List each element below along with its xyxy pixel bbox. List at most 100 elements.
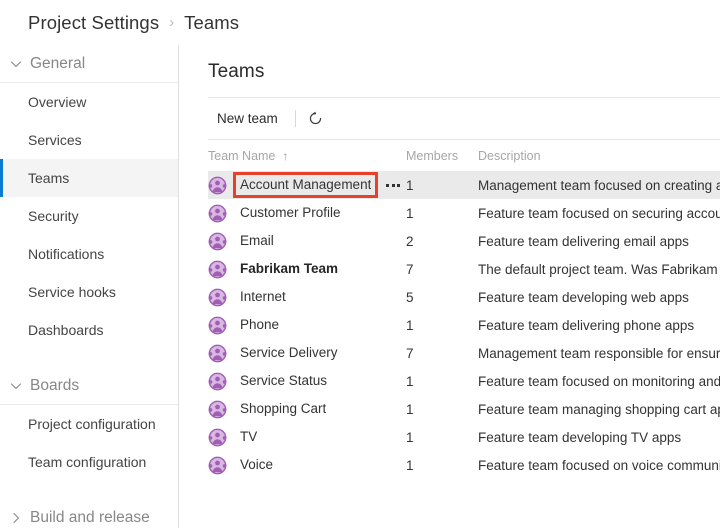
project-settings-teams-page: Project Settings › Teams General Overview… xyxy=(0,0,720,528)
column-header-team-name[interactable]: Team Name ↑ xyxy=(208,149,406,163)
table-row[interactable]: Account Management 1 Management team focus… xyxy=(208,171,720,199)
sidebar-item-security[interactable]: Security xyxy=(0,197,178,235)
team-avatar-icon xyxy=(208,456,227,474)
team-description: Feature team delivering email apps xyxy=(478,233,689,249)
team-name-box[interactable]: Shopping Cart xyxy=(236,399,330,419)
team-avatar-icon xyxy=(208,400,227,418)
team-name-label: Phone xyxy=(240,317,280,332)
team-name-box[interactable]: TV xyxy=(236,427,261,447)
members-count: 1 xyxy=(406,205,414,221)
team-avatar-icon xyxy=(208,288,227,306)
team-name-box[interactable]: Service Delivery xyxy=(236,343,342,363)
sidebar-item-project-configuration[interactable]: Project configuration xyxy=(0,405,178,443)
dot xyxy=(386,183,390,187)
sidebar-item-dashboards[interactable]: Dashboards xyxy=(0,311,178,349)
team-name-box[interactable]: Internet xyxy=(236,287,290,307)
teams-table: Team Name ↑ Members Description Account … xyxy=(208,140,720,479)
team-avatar-icon xyxy=(208,260,227,278)
members-count: 7 xyxy=(406,261,414,277)
new-team-button[interactable]: New team xyxy=(208,107,287,130)
team-description: Management team focused on creating an xyxy=(478,177,720,193)
team-name-box[interactable]: Account Management xyxy=(232,172,379,198)
sidebar-item-label: Team configuration xyxy=(28,454,147,470)
members-count: 1 xyxy=(406,457,414,473)
team-name-label: Service Status xyxy=(240,373,328,388)
team-name-label: Voice xyxy=(240,457,274,472)
team-name-cell: Service Delivery xyxy=(208,339,406,367)
table-row[interactable]: Email 2 Feature team delivering email apps xyxy=(208,227,720,255)
chevron-down-icon xyxy=(10,60,22,67)
column-header-members[interactable]: Members xyxy=(406,149,478,163)
team-name-label: Service Delivery xyxy=(240,345,338,360)
team-name-cell: Phone xyxy=(208,311,406,339)
table-row[interactable]: Fabrikam Team 7 The default project team. … xyxy=(208,255,720,283)
sidebar-item-services[interactable]: Services xyxy=(0,121,178,159)
dot xyxy=(391,183,395,187)
page-body: General Overview Services Teams Security Noti… xyxy=(0,45,720,528)
team-name-cell: Email xyxy=(208,227,406,255)
sidebar-item-label: Overview xyxy=(28,94,87,110)
team-name-label: Shopping Cart xyxy=(240,401,327,416)
sidebar-item-service-hooks[interactable]: Service hooks xyxy=(0,273,178,311)
chevron-right-icon xyxy=(13,512,19,524)
sidebar-item-teams[interactable]: Teams xyxy=(0,159,178,197)
team-description: Feature team focused on voice communic xyxy=(478,457,720,473)
table-row[interactable]: Phone 1 Feature team delivering phone apps xyxy=(208,311,720,339)
sidebar-group-label: Boards xyxy=(30,376,80,394)
sidebar-group-label: General xyxy=(30,54,86,72)
team-name-box[interactable]: Email xyxy=(236,231,278,251)
breadcrumb-root[interactable]: Project Settings xyxy=(28,12,159,34)
sidebar-group-boards[interactable]: Boards xyxy=(0,367,178,405)
toolbar-divider xyxy=(294,110,296,127)
sidebar-item-label: Dashboards xyxy=(28,322,104,338)
team-avatar-icon xyxy=(208,344,227,362)
members-count: 1 xyxy=(406,429,414,445)
refresh-icon[interactable] xyxy=(305,108,327,130)
team-avatar-icon xyxy=(208,428,227,446)
team-name-label: TV xyxy=(240,429,258,444)
team-name-box[interactable]: Customer Profile xyxy=(236,203,345,223)
sidebar-item-label: Project configuration xyxy=(28,416,156,432)
team-name-box[interactable]: Phone xyxy=(236,315,283,335)
team-name-cell: TV xyxy=(208,423,406,451)
team-name-box[interactable]: Service Status xyxy=(236,371,331,391)
table-row[interactable]: Voice 1 Feature team focused on voice comm… xyxy=(208,451,720,479)
sort-ascending-icon: ↑ xyxy=(282,148,289,163)
members-count: 5 xyxy=(406,289,414,305)
table-row[interactable]: Service Status 1 Feature team focused on m… xyxy=(208,367,720,395)
table-row[interactable]: TV 1 Feature team developing TV apps xyxy=(208,423,720,451)
breadcrumb-current[interactable]: Teams xyxy=(184,12,239,34)
column-header-description[interactable]: Description xyxy=(478,149,720,163)
table-row[interactable]: Internet 5 Feature team developing web app… xyxy=(208,283,720,311)
dot xyxy=(397,183,401,187)
team-description: Feature team developing web apps xyxy=(478,289,689,305)
team-description: Feature team focused on securing account xyxy=(478,205,720,221)
team-avatar-icon xyxy=(208,204,227,222)
sidebar-item-team-configuration[interactable]: Team configuration xyxy=(0,443,178,481)
sidebar-group-spacer xyxy=(0,481,178,499)
team-name-box[interactable]: Voice xyxy=(236,455,277,475)
sidebar-group-spacer xyxy=(0,349,178,367)
team-name-label: Internet xyxy=(240,289,286,304)
sidebar-item-label: Security xyxy=(28,208,79,224)
table-row[interactable]: Customer Profile 1 Feature team focused on… xyxy=(208,199,720,227)
team-name-label: Fabrikam Team xyxy=(240,261,339,276)
breadcrumb-separator-icon: › xyxy=(169,14,175,31)
team-name-cell: Customer Profile xyxy=(208,199,406,227)
team-name-box[interactable]: Fabrikam Team xyxy=(236,259,342,279)
chevron-down-icon xyxy=(10,382,22,389)
team-avatar-icon xyxy=(208,232,227,250)
table-row[interactable]: Shopping Cart 1 Feature team managing shop… xyxy=(208,395,720,423)
sidebar-group-build-and-release[interactable]: Build and release xyxy=(0,499,178,528)
team-description: Feature team managing shopping cart app xyxy=(478,401,720,417)
team-name-cell: Account Management xyxy=(208,171,406,199)
team-avatar-icon xyxy=(208,372,227,390)
row-more-actions-icon[interactable] xyxy=(382,183,404,187)
team-description: Feature team focused on monitoring and xyxy=(478,373,720,389)
table-row[interactable]: Service Delivery 7 Management team respons… xyxy=(208,339,720,367)
team-description: Management team responsible for ensure xyxy=(478,345,720,361)
sidebar-item-notifications[interactable]: Notifications xyxy=(0,235,178,273)
sidebar-group-general[interactable]: General xyxy=(0,45,178,83)
sidebar-item-overview[interactable]: Overview xyxy=(0,83,178,121)
sidebar-item-label: Services xyxy=(28,132,82,148)
